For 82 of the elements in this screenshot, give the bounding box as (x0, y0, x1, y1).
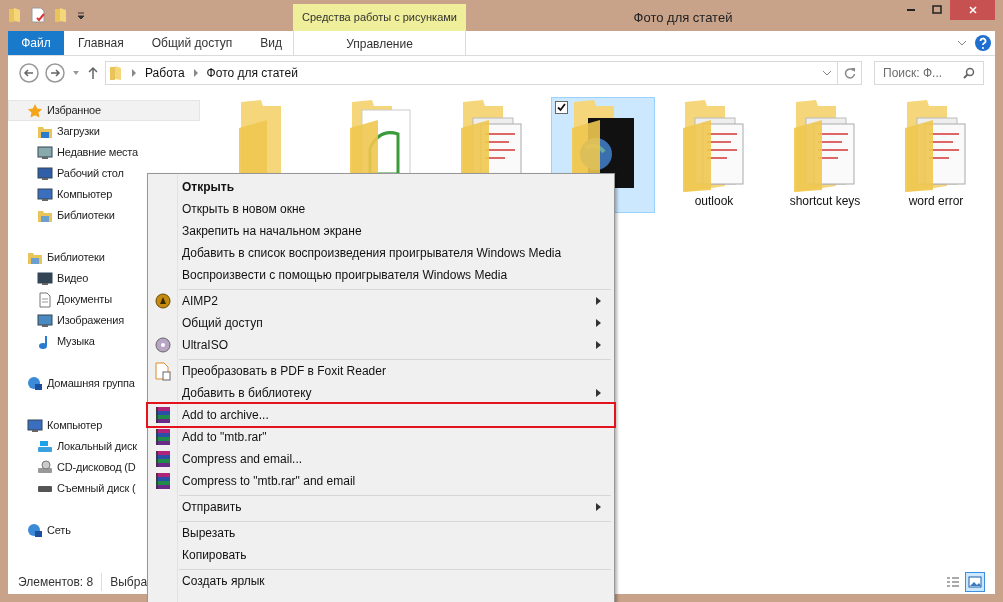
sidebar-item[interactable]: Недавние места (8, 142, 200, 163)
chevron-down-icon[interactable] (957, 39, 967, 47)
large-icons-view-button[interactable] (965, 571, 985, 592)
monitor-icon (37, 165, 53, 182)
dropdown-icon[interactable] (71, 69, 81, 77)
submenu-arrow-icon (596, 341, 601, 349)
menu-item[interactable]: Добавить в библиотеку (148, 382, 611, 404)
submenu-arrow-icon (596, 297, 601, 305)
disc-icon (155, 337, 171, 353)
monitor-icon (37, 270, 53, 287)
circle-logo-icon (155, 293, 171, 309)
menu-item[interactable]: Add to archive... (148, 404, 614, 426)
back-icon[interactable] (19, 63, 39, 83)
file-tab[interactable]: Файл (8, 31, 64, 55)
drive-icon (37, 485, 53, 492)
breadcrumb[interactable]: Работа (145, 64, 185, 82)
books-icon (154, 450, 172, 468)
menu-item[interactable]: Открыть в новом окне (148, 198, 614, 220)
chevron-down-icon[interactable] (822, 69, 832, 77)
sidebar-item[interactable]: Избранное (8, 100, 200, 121)
status-text: Выбра (109, 573, 148, 591)
breadcrumb-arrow-icon[interactable] (131, 69, 137, 77)
window-title: Фото для статей (632, 9, 734, 27)
star-icon (27, 102, 43, 119)
checkbox-checked-icon[interactable] (555, 101, 568, 114)
document-icon (37, 291, 53, 308)
monitor-icon (37, 144, 53, 161)
menu-item[interactable]: Закрепить на начальном экране (148, 220, 614, 242)
drive-icon (37, 438, 53, 455)
file-name: outlook (694, 193, 734, 210)
maximize-icon (932, 5, 942, 15)
monitor-icon (37, 312, 53, 329)
menu-item[interactable]: Создать ярлык (148, 570, 611, 592)
submenu-arrow-icon (596, 319, 601, 327)
ribbon-tab[interactable]: Главная (64, 31, 138, 55)
books-icon (154, 406, 172, 424)
file-name: word error (908, 193, 964, 210)
close-icon (967, 5, 978, 15)
breadcrumb-arrow-icon[interactable] (192, 69, 199, 77)
menu-item[interactable]: Add to "mtb.rar" (148, 426, 611, 448)
breadcrumb[interactable]: Фото для статей (206, 64, 298, 82)
folder-icon (109, 65, 123, 81)
document-icon (154, 361, 172, 381)
menu-item[interactable]: Compress to "mtb.rar" and email (148, 470, 611, 492)
globe-icon (27, 375, 43, 392)
menu-item[interactable]: Отправить (148, 496, 611, 518)
monitor-icon (27, 417, 43, 434)
image-icon (968, 575, 982, 588)
dropdown-icon[interactable] (76, 10, 86, 20)
menu-item[interactable]: Открыть (148, 176, 614, 198)
books-icon (154, 428, 172, 446)
menu-item[interactable]: Compress and email... (148, 448, 611, 470)
drive-icon (37, 459, 53, 476)
menu-item[interactable]: Вырезать (148, 522, 611, 544)
menu-item[interactable]: Общий доступ (148, 312, 611, 334)
list-icon (946, 575, 960, 588)
books-icon (154, 472, 172, 490)
forward-icon[interactable] (45, 63, 65, 83)
up-arrow-icon[interactable] (87, 66, 99, 80)
menu-item[interactable]: UltraISO (148, 334, 611, 356)
menu-item[interactable]: Преобразовать в PDF в Foxit Reader (148, 360, 611, 382)
close-button[interactable] (950, 0, 995, 20)
help-icon[interactable] (975, 35, 991, 51)
menu-item[interactable]: AIMP2 (148, 290, 611, 312)
contextual-tab-header: Средства работы с рисунками (293, 4, 466, 31)
submenu-arrow-icon (596, 503, 601, 511)
sidebar-item[interactable]: Загрузки (8, 121, 200, 142)
monitor-icon (37, 186, 53, 203)
address-bar[interactable]: Работа Фото для статей (105, 61, 862, 85)
document-icon[interactable] (30, 7, 46, 23)
submenu-arrow-icon (596, 389, 601, 397)
menu-item[interactable]: Добавить в список воспроизведения проигрывателя Windows Media (148, 242, 614, 264)
file-name: shortcut keys (789, 193, 861, 210)
ribbon-tab[interactable]: Общий доступ (137, 31, 247, 55)
search-icon (963, 67, 975, 79)
minimize-icon (907, 9, 915, 11)
menu-item[interactable]: Копировать (148, 544, 611, 566)
menu-item[interactable]: Воспроизвести с помощью проигрывателя Windows Media (148, 264, 614, 286)
globe-icon (27, 522, 43, 539)
status-text: Элементов: 8 (18, 572, 103, 591)
refresh-icon[interactable] (843, 67, 856, 79)
search-field[interactable]: Поиск: Ф... (874, 61, 984, 85)
